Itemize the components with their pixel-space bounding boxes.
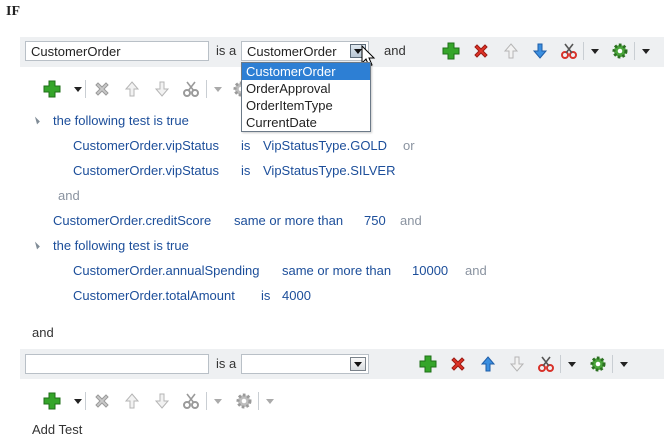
group-label[interactable]: the following test is true xyxy=(53,113,189,128)
cut-icon[interactable] xyxy=(560,42,578,60)
add-menu-caret-icon[interactable] xyxy=(74,87,82,92)
toolbar-separator xyxy=(206,392,207,410)
gear-icon[interactable] xyxy=(589,355,607,373)
test-value[interactable]: 4000 xyxy=(282,288,311,303)
delete-icon[interactable] xyxy=(93,80,111,98)
cut-menu-caret-icon[interactable] xyxy=(214,87,222,92)
test-field[interactable]: CustomerOrder.vipStatus xyxy=(73,163,219,178)
gear-menu-caret-icon[interactable] xyxy=(642,49,650,54)
add-icon[interactable] xyxy=(442,42,460,60)
conjunction[interactable]: and xyxy=(400,213,422,228)
test-value[interactable]: 750 xyxy=(364,213,386,228)
move-up-icon[interactable] xyxy=(123,392,141,410)
gear-icon[interactable] xyxy=(235,392,253,410)
cut-icon[interactable] xyxy=(182,80,200,98)
move-down-icon[interactable] xyxy=(508,355,526,373)
gear-menu-caret-icon[interactable] xyxy=(266,399,274,404)
collapse-triangle-icon[interactable] xyxy=(32,116,40,125)
add-icon[interactable] xyxy=(419,355,437,373)
group-label[interactable]: the following test is true xyxy=(53,238,189,253)
conjunction[interactable]: and xyxy=(58,188,80,203)
dropdown-arrow-button[interactable] xyxy=(350,357,366,371)
gear-icon[interactable] xyxy=(611,42,629,60)
move-down-icon[interactable] xyxy=(531,42,549,60)
dropdown-option[interactable]: CustomerOrder xyxy=(242,63,370,80)
test-operator[interactable]: is xyxy=(261,288,270,303)
test-value[interactable]: VipStatusType.GOLD xyxy=(263,138,387,153)
test-operator[interactable]: is xyxy=(241,163,250,178)
fact-type-select[interactable] xyxy=(241,354,369,374)
fact-type-value: CustomerOrder xyxy=(247,44,337,59)
add-menu-caret-icon[interactable] xyxy=(74,399,82,404)
toolbar-separator xyxy=(612,355,613,373)
test-value[interactable]: VipStatusType.SILVER xyxy=(263,163,395,178)
cut-menu-caret-icon[interactable] xyxy=(568,362,576,367)
cut-menu-caret-icon[interactable] xyxy=(214,399,222,404)
conjunction[interactable]: or xyxy=(403,138,415,153)
conjunction[interactable]: and xyxy=(465,263,487,278)
toolbar-separator xyxy=(85,80,86,98)
cut-menu-caret-icon[interactable] xyxy=(591,49,599,54)
fact-alias-input[interactable] xyxy=(25,354,209,374)
toolbar-separator xyxy=(560,355,561,373)
fact-type-dropdown-list: CustomerOrder OrderApproval OrderItemTyp… xyxy=(241,62,371,132)
test-value[interactable]: 10000 xyxy=(412,263,448,278)
test-field[interactable]: CustomerOrder.annualSpending xyxy=(73,263,259,278)
test-operator[interactable]: same or more than xyxy=(282,263,391,278)
fact-alias-input[interactable]: CustomerOrder xyxy=(25,41,209,61)
test-field[interactable]: CustomerOrder.vipStatus xyxy=(73,138,219,153)
block-and-label: and xyxy=(32,325,54,340)
test-operator[interactable]: is xyxy=(241,138,250,153)
test-operator[interactable]: same or more than xyxy=(234,213,343,228)
move-down-icon[interactable] xyxy=(153,80,171,98)
cut-icon[interactable] xyxy=(537,355,555,373)
delete-icon[interactable] xyxy=(472,42,490,60)
dropdown-option[interactable]: OrderItemType xyxy=(242,97,370,114)
test-field[interactable]: CustomerOrder.creditScore xyxy=(53,213,211,228)
collapse-triangle-icon[interactable] xyxy=(32,241,40,250)
dropdown-option[interactable]: OrderApproval xyxy=(242,80,370,97)
add-test-icon[interactable] xyxy=(43,392,61,410)
cut-icon[interactable] xyxy=(182,392,200,410)
move-up-icon[interactable] xyxy=(479,355,497,373)
fact-type-select[interactable]: CustomerOrder xyxy=(241,41,369,61)
toolbar-separator xyxy=(85,392,86,410)
is-a-label: is a xyxy=(216,356,237,371)
add-test-icon[interactable] xyxy=(43,80,61,98)
delete-icon[interactable] xyxy=(93,392,111,410)
move-up-icon[interactable] xyxy=(502,42,520,60)
toolbar-separator xyxy=(206,80,207,98)
dropdown-option[interactable]: CurrentDate xyxy=(242,114,370,131)
toolbar-separator xyxy=(583,42,584,60)
move-up-icon[interactable] xyxy=(123,80,141,98)
is-a-label: is a xyxy=(216,43,237,58)
and-label: and xyxy=(384,43,406,58)
gear-menu-caret-icon[interactable] xyxy=(620,362,628,367)
if-label: IF xyxy=(6,4,20,19)
add-test-link[interactable]: Add Test xyxy=(32,422,82,437)
toolbar-separator xyxy=(258,392,259,410)
toolbar-separator xyxy=(634,42,635,60)
delete-icon[interactable] xyxy=(449,355,467,373)
move-down-icon[interactable] xyxy=(153,392,171,410)
test-field[interactable]: CustomerOrder.totalAmount xyxy=(73,288,235,303)
